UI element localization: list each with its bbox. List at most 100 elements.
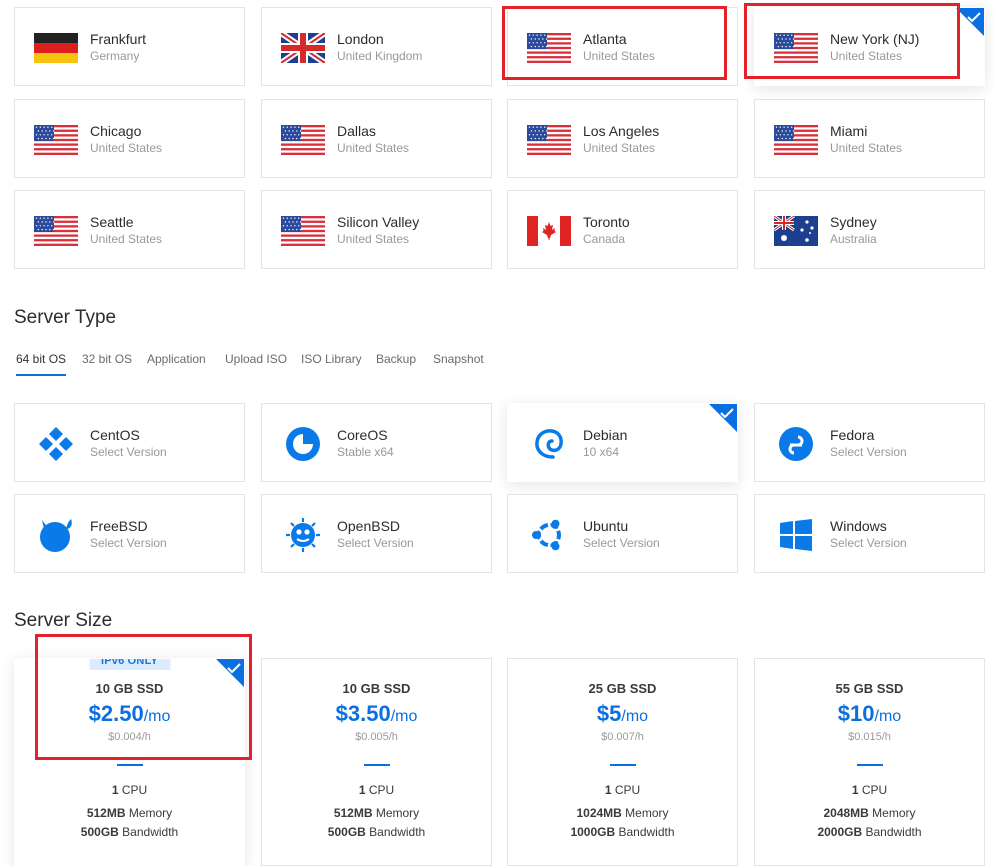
os-fedora[interactable]: Fedora Select Version [754,403,985,482]
location-chicago[interactable]: Chicago United States [14,99,245,178]
us-flag-icon [527,125,571,155]
plan-hourly: $0.007/h [601,731,644,743]
os-centos[interactable]: CentOS Select Version [14,403,245,482]
os-freebsd[interactable]: FreeBSD Select Version [14,494,245,573]
memory-label: Memory [125,806,173,820]
location-london[interactable]: London United Kingdom [261,7,492,86]
tab-backup[interactable]: Backup [376,352,416,374]
plan-price: $3.50/mo [262,701,491,727]
location-country: United States [337,141,410,155]
plan-55gb[interactable]: 55 GB SSD $10/mo $0.015/h 1 CPU 2048MB M… [754,658,985,866]
plan-divider [116,764,143,766]
location-atlanta[interactable]: Atlanta United States [507,7,738,86]
location-city: Dallas [337,123,376,139]
memory-amount: 2048MB [823,806,869,820]
location-country: United States [830,141,903,155]
tab-upload-iso[interactable]: Upload ISO [225,352,287,374]
plan-10gb-ipv6[interactable]: IPv6 ONLY 10 GB SSD $2.50/mo $0.004/h 1 … [14,658,245,866]
cpu-count: 1 [604,783,612,797]
plan-bandwidth: 2000GB Bandwidth [755,825,984,839]
tab-iso-library[interactable]: ISO Library [301,352,362,374]
plan-price: $5/mo [508,701,737,727]
os-version: Stable x64 [337,445,394,459]
location-city: Sydney [830,214,877,230]
tab-32-bit-os[interactable]: 32 bit OS [82,352,132,374]
price-amount: $3.50 [335,701,391,726]
location-silicon-valley[interactable]: Silicon Valley United States [261,190,492,269]
os-ubuntu[interactable]: Ubuntu Select Version [507,494,738,573]
os-windows[interactable]: Windows Select Version [754,494,985,573]
plan-hourly: $0.004/h [108,731,151,743]
os-name: CoreOS [337,427,388,443]
os-name: Ubuntu [583,518,629,534]
os-version: Select Version [583,536,660,550]
canada-flag-icon [527,216,571,246]
memory-label: Memory [868,806,916,820]
memory-label: Memory [372,806,420,820]
price-period: /mo [143,708,171,725]
coreos-icon [281,427,325,461]
tab-snapshot[interactable]: Snapshot [433,352,484,374]
plan-divider [609,764,636,766]
os-coreos[interactable]: CoreOS Stable x64 [261,403,492,482]
plan-cpu: 1 CPU [15,783,244,797]
bandwidth-amount: 2000GB [817,825,863,839]
fedora-icon [774,427,818,461]
tab-application[interactable]: Application [147,352,206,374]
plan-divider [363,764,390,766]
location-seattle[interactable]: Seattle United States [14,190,245,269]
plan-memory: 512MB Memory [262,806,491,820]
selected-check-icon [709,404,737,432]
price-period: /mo [621,708,649,725]
price-amount: $10 [837,701,875,726]
openbsd-icon [281,518,325,552]
location-dallas[interactable]: Dallas United States [261,99,492,178]
os-name: OpenBSD [337,518,401,534]
plan-10gb[interactable]: 10 GB SSD $3.50/mo $0.005/h 1 CPU 512MB … [261,658,492,866]
bandwidth-amount: 1000GB [570,825,616,839]
location-country: United Kingdom [337,49,423,63]
bandwidth-label: Bandwidth [118,825,179,839]
os-version: Select Version [830,536,907,550]
plan-bandwidth: 500GB Bandwidth [262,825,491,839]
centos-icon [34,427,78,461]
cpu-label: CPU [611,783,641,797]
location-country: United States [583,141,656,155]
us-flag-icon [527,33,571,63]
plan-storage: 10 GB SSD [342,681,411,696]
os-name: FreeBSD [90,518,148,534]
location-new-york[interactable]: New York (NJ) United States [754,7,985,86]
os-debian[interactable]: Debian 10 x64 [507,403,738,482]
location-country: United States [830,49,903,63]
location-city: Silicon Valley [337,214,420,230]
os-version: Select Version [830,445,907,459]
plan-25gb[interactable]: 25 GB SSD $5/mo $0.007/h 1 CPU 1024MB Me… [507,658,738,866]
plan-storage: 55 GB SSD [835,681,904,696]
location-city: London [337,31,384,47]
plan-memory: 2048MB Memory [755,806,984,820]
location-miami[interactable]: Miami United States [754,99,985,178]
os-openbsd[interactable]: OpenBSD Select Version [261,494,492,573]
location-city: Toronto [583,214,630,230]
os-version: Select Version [90,536,167,550]
bandwidth-amount: 500GB [327,825,366,839]
location-los-angeles[interactable]: Los Angeles United States [507,99,738,178]
us-flag-icon [34,125,78,155]
location-toronto[interactable]: Toronto Canada [507,190,738,269]
location-country: Canada [583,232,626,246]
price-period: /mo [390,708,418,725]
location-frankfurt[interactable]: Frankfurt Germany [14,7,245,86]
location-sydney[interactable]: Sydney Australia [754,190,985,269]
plan-hourly: $0.005/h [355,731,398,743]
us-flag-icon [281,125,325,155]
location-city: New York (NJ) [830,31,920,47]
location-country: United States [337,232,410,246]
plan-bandwidth: 500GB Bandwidth [15,825,244,839]
tab-64-bit-os[interactable]: 64 bit OS [16,352,67,376]
location-country: United States [583,49,656,63]
os-version: Select Version [90,445,167,459]
server-size-title: Server Size [14,610,113,631]
memory-amount: 512MB [86,806,126,820]
server-type-title: Server Type [14,307,117,328]
os-name: Windows [830,518,887,534]
